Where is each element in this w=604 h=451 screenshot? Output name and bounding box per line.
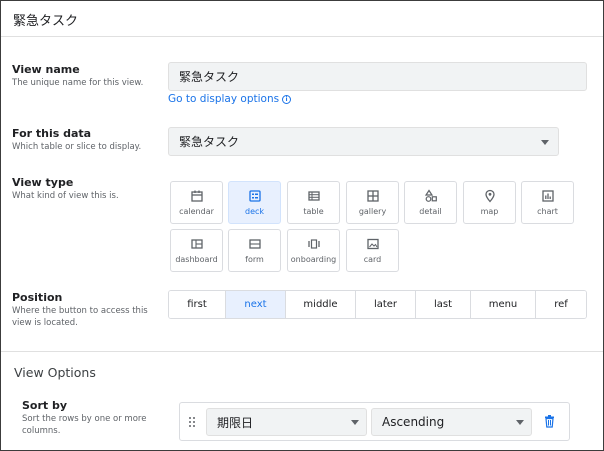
chevron-down-icon <box>516 420 524 425</box>
section-divider <box>1 351 603 352</box>
position-toggle-group: first next middle later last menu ref <box>168 290 587 319</box>
table-icon <box>307 191 320 201</box>
position-menu[interactable]: menu <box>471 291 536 318</box>
sort-direction-value: Ascending <box>382 415 445 429</box>
view-type-chart[interactable]: chart <box>521 181 574 224</box>
for-this-data-desc: Which table or slice to display. <box>12 142 142 152</box>
display-options-link[interactable]: Go to display options i <box>168 93 292 105</box>
onboarding-icon <box>307 239 320 249</box>
panel-title: 緊急タスク <box>13 14 79 29</box>
deck-icon <box>248 190 261 202</box>
position-desc-1: Where the button to access this <box>12 306 148 316</box>
info-icon: i <box>282 94 292 104</box>
for-this-data-title: For this data <box>12 127 92 140</box>
position-title: Position <box>12 291 63 304</box>
view-type-calendar[interactable]: calendar <box>170 181 223 224</box>
chevron-down-icon <box>351 420 359 425</box>
view-name-value: 緊急タスク <box>179 70 240 84</box>
view-type-gallery[interactable]: gallery <box>346 181 399 224</box>
position-next[interactable]: next <box>226 291 286 318</box>
gallery-icon <box>366 190 379 202</box>
view-type-detail-label: detail <box>419 207 442 216</box>
view-type-desc: What kind of view this is. <box>12 191 119 201</box>
chart-icon <box>541 190 554 202</box>
sort-direction-select[interactable]: Ascending <box>371 408 532 436</box>
view-type-card[interactable]: card <box>346 229 399 272</box>
panel-header: 緊急タスク <box>1 1 603 37</box>
view-type-deck-label: deck <box>244 207 265 216</box>
view-type-map[interactable]: map <box>463 181 516 224</box>
view-type-title: View type <box>12 176 74 189</box>
delete-icon[interactable] <box>544 415 555 428</box>
position-ref[interactable]: ref <box>536 291 586 318</box>
view-type-card-label: card <box>363 255 382 264</box>
sort-by-desc-1: Sort the rows by one or more <box>22 414 147 424</box>
view-type-onboarding-label: onboarding <box>290 255 337 264</box>
view-type-map-label: map <box>480 207 499 216</box>
view-type-onboarding[interactable]: onboarding <box>287 229 340 272</box>
view-type-form-label: form <box>245 255 264 264</box>
view-type-table[interactable]: table <box>287 181 340 224</box>
sort-rule-row: 期限日 Ascending <box>179 402 570 441</box>
card-icon <box>366 238 379 250</box>
sort-by-title: Sort by <box>22 399 68 412</box>
view-name-desc: The unique name for this view. <box>12 78 144 88</box>
sort-column-value: 期限日 <box>217 415 254 430</box>
view-type-calendar-label: calendar <box>179 207 214 216</box>
dashboard-icon <box>190 239 203 249</box>
map-pin-icon <box>484 189 495 203</box>
view-name-title: View name <box>12 63 80 76</box>
chevron-down-icon <box>541 140 549 145</box>
view-type-detail[interactable]: detail <box>404 181 457 224</box>
view-type-dashboard[interactable]: dashboard <box>170 229 223 272</box>
view-type-dashboard-label: dashboard <box>175 255 218 264</box>
view-options-title: View Options <box>14 365 96 380</box>
view-type-form[interactable]: form <box>228 229 281 272</box>
position-desc-2: view is located. <box>12 318 78 328</box>
calendar-icon <box>190 190 203 202</box>
detail-icon <box>424 189 437 202</box>
view-type-table-label: table <box>303 207 324 216</box>
sort-by-desc-2: columns. <box>22 426 61 436</box>
form-icon <box>248 239 261 249</box>
position-later[interactable]: later <box>356 291 416 318</box>
view-editor-panel: 緊急タスク View name The unique name for this… <box>0 0 604 451</box>
position-last[interactable]: last <box>416 291 471 318</box>
data-source-value: 緊急タスク <box>179 135 240 149</box>
view-type-chart-label: chart <box>537 207 558 216</box>
sort-column-select[interactable]: 期限日 <box>206 408 367 436</box>
display-options-link-label: Go to display options <box>168 93 280 105</box>
drag-handle-icon[interactable] <box>188 416 196 428</box>
view-name-input[interactable]: 緊急タスク <box>168 62 587 91</box>
position-first[interactable]: first <box>169 291 226 318</box>
view-type-deck[interactable]: deck <box>228 181 281 224</box>
view-type-gallery-label: gallery <box>358 207 387 216</box>
data-source-select[interactable]: 緊急タスク <box>168 127 559 156</box>
position-middle[interactable]: middle <box>286 291 356 318</box>
